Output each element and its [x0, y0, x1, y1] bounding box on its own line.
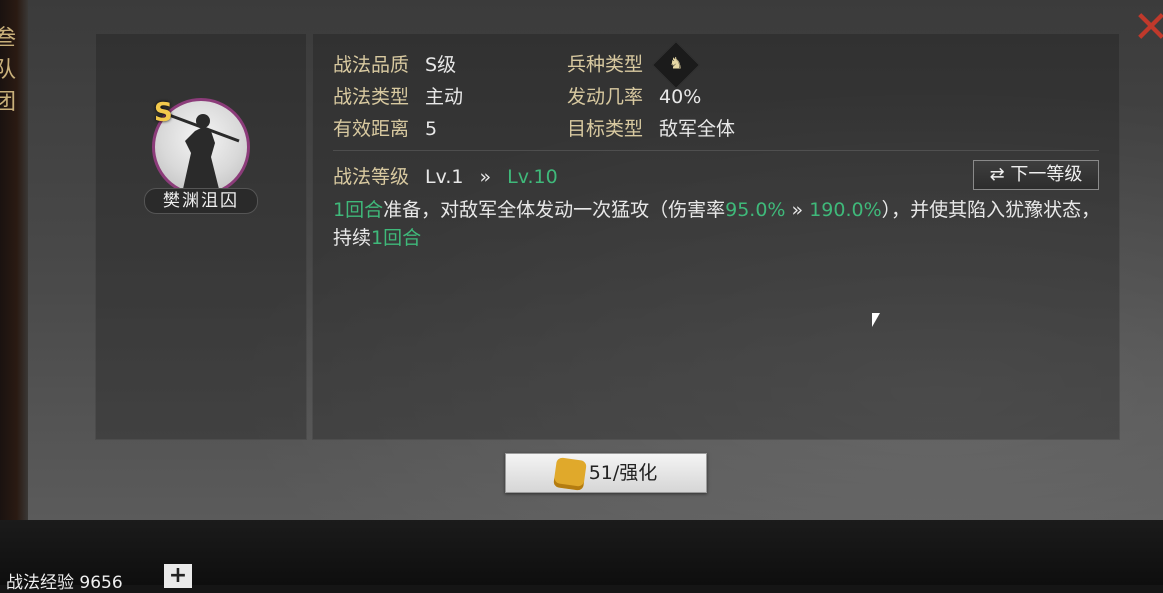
desc-damage-max: 190.0% — [809, 199, 882, 221]
background-glyph: 团 — [0, 90, 17, 115]
desc-text-1: 准备，对敌军全体发动一次猛攻（伤害率 — [383, 199, 726, 221]
range-value: 5 — [425, 118, 438, 140]
level-current: Lv.1 — [425, 166, 464, 188]
background-glyph: 叁 — [0, 26, 17, 51]
rate-row: 发动几率 40% — [567, 82, 701, 109]
enhance-button[interactable]: 51/强化 — [505, 453, 707, 493]
fist-icon — [552, 456, 587, 491]
level-label: 战法等级 — [333, 166, 410, 188]
grade-badge: S — [154, 98, 173, 128]
next-level-label: 下一等级 — [1010, 164, 1083, 185]
bottom-bar: 战法经验 9656 + — [0, 520, 1163, 593]
hero-panel: S 樊渊沮囚 — [95, 33, 307, 440]
mouse-cursor — [872, 313, 880, 327]
level-row: 战法等级 Lv.1 » Lv.10 — [333, 162, 558, 189]
quality-label: 战法品质 — [333, 54, 410, 76]
type-value: 主动 — [425, 86, 464, 108]
range-row: 有效距离 5 — [333, 114, 437, 141]
target-value: 敌军全体 — [659, 118, 736, 140]
skill-info-panel: 战法品质 S级 兵种类型 ♞ 战法类型 主动 发动几率 40% 有效距离 5 目标类型 敌军… — [312, 33, 1120, 440]
swap-arrows-icon: ⇄ — [989, 164, 1011, 185]
unit-type-label: 兵种类型 — [567, 53, 644, 76]
desc-damage-min: 95.0% — [725, 199, 786, 221]
hero-name: 樊渊沮囚 — [144, 188, 258, 214]
next-level-button[interactable]: ⇄ 下一等级 — [973, 160, 1099, 190]
tactic-exp-text: 战法经验 9656 — [6, 573, 123, 593]
background-left-strip: 叁 队 团 — [0, 0, 28, 520]
divider — [333, 150, 1099, 151]
rate-value: 40% — [659, 86, 702, 108]
desc-arrow: » — [785, 199, 810, 221]
target-row: 目标类型 敌军全体 — [567, 114, 735, 141]
unit-type-row: 兵种类型 ♞ — [567, 40, 701, 90]
close-icon[interactable]: ✕ — [1131, 6, 1163, 50]
type-row: 战法类型 主动 — [333, 82, 463, 109]
rate-label: 发动几率 — [567, 86, 644, 108]
enhance-label: 51/强化 — [588, 462, 658, 484]
level-max: Lv.10 — [507, 166, 558, 188]
quality-value: S级 — [425, 54, 457, 76]
level-arrow: » — [479, 166, 492, 188]
background-glyph: 队 — [0, 58, 17, 83]
quality-row: 战法品质 S级 — [333, 50, 456, 77]
range-label: 有效距离 — [333, 118, 410, 140]
desc-prep-rounds: 1回合 — [333, 199, 384, 221]
target-label: 目标类型 — [567, 118, 644, 140]
type-label: 战法类型 — [333, 86, 410, 108]
skill-description: 1回合准备，对敌军全体发动一次猛攻（伤害率95.0% » 190.0%），并使其… — [333, 196, 1103, 252]
desc-duration: 1回合 — [371, 227, 422, 249]
add-exp-button[interactable]: + — [164, 564, 192, 588]
skill-detail-dialog: ✕ S 樊渊沮囚 战法品质 S级 兵种类型 ♞ 战法类型 主动 发动几率 40% 有效距… — [28, 0, 1163, 520]
